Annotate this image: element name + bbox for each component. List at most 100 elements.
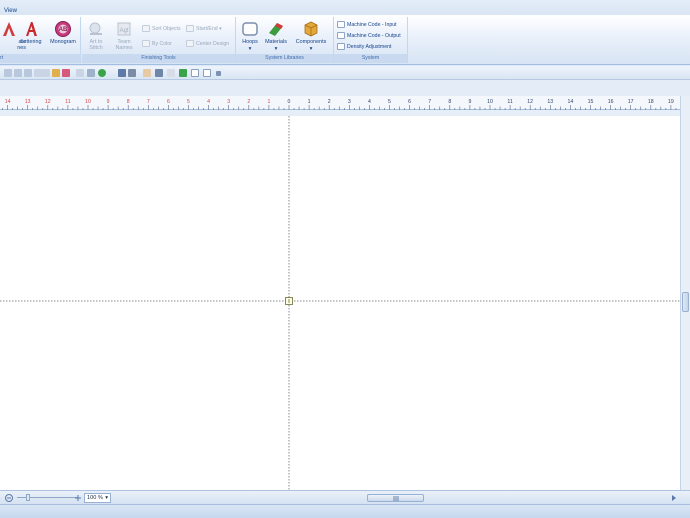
ruler-label: 10 <box>85 99 91 105</box>
ruler-label: 8 <box>448 99 451 105</box>
team-names-icon: Agt <box>117 22 131 36</box>
group-title-finishing-tools: Finishing Tools <box>82 54 235 63</box>
zoom-in-icon[interactable] <box>73 493 83 503</box>
zoom-icon[interactable] <box>128 69 136 77</box>
start-end-button[interactable]: Start/End ▾ <box>186 25 222 34</box>
components-button[interactable]: Components ▾ <box>294 20 328 54</box>
chevron-down-icon: ▾ <box>274 46 278 52</box>
hand-icon[interactable] <box>143 69 151 77</box>
group-title-system-libraries: System Libraries <box>236 54 333 63</box>
chevron-down-icon: ▾ <box>217 26 222 32</box>
toolbar-overflow-icon[interactable] <box>216 71 221 76</box>
monogram-button[interactable]: AB Monogram <box>46 20 80 54</box>
ruler-label: 6 <box>408 99 411 105</box>
horizontal-ruler: 14 13 12 11 10 9 8 7 6 5 4 3 2 1 0 1 2 3 4 5 6 7 8 9 10 11 12 13 14 1… <box>0 96 680 110</box>
ruler-label: 18 <box>648 99 654 105</box>
screen-icon[interactable] <box>118 69 126 77</box>
sort-objects-icon <box>142 25 150 33</box>
toolbar-icon-8[interactable] <box>167 69 175 77</box>
toolbar-icon-7[interactable] <box>87 69 95 77</box>
page-icon[interactable] <box>203 69 211 77</box>
ribbon-group-create: ate nes Lettering AB Monogram rt <box>0 17 81 63</box>
hoop-icon <box>242 22 258 36</box>
ruler-label: 11 <box>65 99 70 105</box>
toolbar-icon-5[interactable] <box>42 69 50 77</box>
toolbar-icon-6[interactable] <box>76 69 84 77</box>
toolbar-icon-3[interactable] <box>24 69 32 77</box>
bottom-bar: 100 % ▾ <box>0 490 690 504</box>
chevron-down-icon: ▾ <box>105 495 108 501</box>
ruler-label: 3 <box>348 99 351 105</box>
toolbar-icon-1[interactable] <box>4 69 12 77</box>
color-icon[interactable] <box>62 69 70 77</box>
by-color-button[interactable]: By Color <box>142 40 172 49</box>
ruler-label: 8 <box>127 99 130 105</box>
ruler-label: 7 <box>428 99 431 105</box>
center-design-icon <box>186 40 194 48</box>
run-icon[interactable] <box>98 69 106 77</box>
ruler-label: 7 <box>147 99 150 105</box>
select-icon[interactable] <box>155 69 163 77</box>
app-window: View ate nes Lettering AB Monogram rt Ar… <box>0 0 690 518</box>
ruler-label: 13 <box>25 99 31 105</box>
materials-icon <box>269 23 283 36</box>
scroll-right-icon[interactable] <box>670 494 678 502</box>
ruler-label: 17 <box>628 99 634 105</box>
ribbon: ate nes Lettering AB Monogram rt Art to … <box>0 15 690 65</box>
ruler-label: 2 <box>247 99 250 105</box>
ruler-label: 9 <box>468 99 471 105</box>
tab-view[interactable]: View <box>4 8 17 14</box>
document-strip <box>0 80 690 96</box>
machine-code-input-icon <box>337 21 345 29</box>
lettering-button[interactable]: Lettering <box>14 20 48 54</box>
ruler-label: 4 <box>207 99 210 105</box>
lettering-icon <box>26 22 37 36</box>
ruler-label: 13 <box>547 99 553 105</box>
horizontal-scroll-thumb[interactable] <box>367 494 424 502</box>
center-design-button[interactable]: Center Design <box>186 40 229 49</box>
toolbar-icon-4[interactable] <box>34 69 42 77</box>
status-bar <box>0 504 690 518</box>
by-color-icon <box>142 40 150 48</box>
team-names-button[interactable]: Agt Team Names <box>107 20 141 54</box>
ruler-label: 9 <box>107 99 110 105</box>
ruler-label: 1 <box>267 99 270 105</box>
materials-button[interactable]: Materials ▾ <box>259 20 293 54</box>
ruler-label: 10 <box>487 99 493 105</box>
toolbar-icon-2[interactable] <box>14 69 22 77</box>
zoom-level-field[interactable]: 100 % ▾ <box>84 493 111 503</box>
ruler-label: 14 <box>5 99 11 105</box>
ruler-label: 12 <box>45 99 51 105</box>
ruler-label: 5 <box>388 99 391 105</box>
ruler-label: 4 <box>368 99 371 105</box>
zoom-out-icon[interactable] <box>4 493 16 503</box>
svg-text:AB: AB <box>59 27 68 33</box>
ruler-label: 0 <box>288 99 291 105</box>
ruler-label: 1 <box>308 99 311 105</box>
ruler-label: 3 <box>227 99 230 105</box>
start-end-icon <box>186 25 194 33</box>
ruler-label: 19 <box>668 99 674 105</box>
chevron-down-icon: ▾ <box>309 46 313 52</box>
paint-icon[interactable] <box>52 69 60 77</box>
design-canvas[interactable] <box>0 116 680 490</box>
ruler-label: 15 <box>588 99 594 105</box>
sort-objects-button[interactable]: Sort Objects <box>142 25 181 34</box>
document-icon[interactable] <box>191 69 199 77</box>
canvas-guides <box>0 116 680 490</box>
zoom-slider-handle[interactable] <box>26 494 30 501</box>
ribbon-group-system-libraries: Hoops ▾ Materials ▾ Components ▾ System <box>236 17 334 63</box>
ruler-label: 5 <box>187 99 190 105</box>
monogram-icon: AB <box>55 21 71 37</box>
machine-code-input-button[interactable]: Machine Code - Input <box>337 21 397 30</box>
ribbon-group-finishing-tools: Art to Stitch Agt Team Names Sort Object… <box>82 17 236 63</box>
vertical-scrollbar[interactable] <box>680 96 690 490</box>
vertical-scroll-thumb[interactable] <box>682 292 689 312</box>
ruler-scale: 14 13 12 11 10 9 8 7 6 5 4 3 2 1 0 1 2 3 4 5 6 7 8 9 10 11 12 13 14 1… <box>2 99 677 110</box>
machine-code-output-button[interactable]: Machine Code - Output <box>337 32 401 41</box>
density-adjustment-button[interactable]: Density Adjustment <box>337 43 391 52</box>
ruler-label: 16 <box>608 99 614 105</box>
components-box-icon <box>304 21 318 37</box>
ruler-label: 6 <box>167 99 170 105</box>
play-icon[interactable] <box>179 69 187 77</box>
